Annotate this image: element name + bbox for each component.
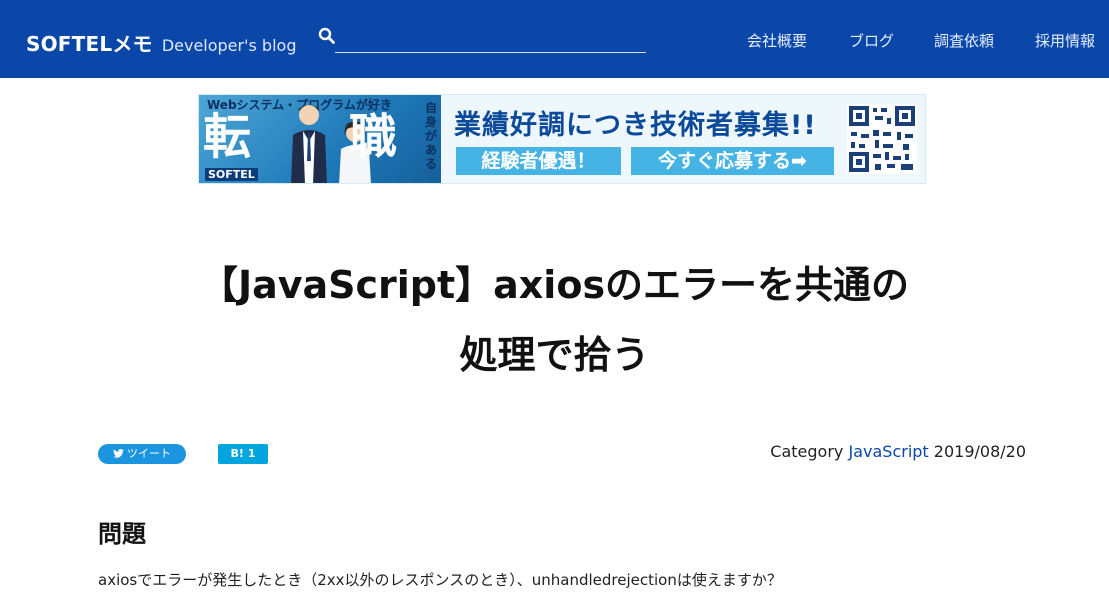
banner-logo: SOFTEL bbox=[205, 168, 258, 181]
category-label: Category bbox=[770, 442, 844, 461]
tweet-button[interactable]: ツイート bbox=[98, 444, 186, 464]
post-date: 2019/08/20 bbox=[933, 442, 1026, 461]
search-icon[interactable] bbox=[318, 27, 336, 45]
article-meta: Category JavaScript 2019/08/20 bbox=[770, 442, 1026, 461]
category-link[interactable]: JavaScript bbox=[848, 442, 928, 461]
site-logo[interactable]: SOFTELメモ Developer's blog bbox=[26, 28, 296, 57]
banner-experienced-button[interactable]: 経験者優遇！ bbox=[456, 147, 621, 175]
body-paragraph: axiosでエラーが発生したとき（2xx以外のレスポンスのとき）、unhandl… bbox=[98, 571, 782, 589]
nav-recruit[interactable]: 採用情報 bbox=[1035, 30, 1095, 51]
title-line-1: 【JavaScript】axiosのエラーを共通の bbox=[199, 263, 910, 307]
banner-image: Webシステム・プログラムが好き 転 職 自身がある SOFTEL bbox=[199, 95, 441, 183]
banner-apply-button[interactable]: 今すぐ応募する➡ bbox=[631, 147, 834, 175]
logo-text[interactable]: SOFTELメモ bbox=[26, 32, 153, 56]
banner-char-shoku: 職 bbox=[349, 109, 398, 165]
logo-tagline: Developer's blog bbox=[161, 36, 297, 55]
section-heading: 問題 bbox=[98, 520, 146, 548]
banner-char-ten: 転 bbox=[203, 109, 252, 165]
tweet-label: ツイート bbox=[127, 447, 171, 460]
nav-company[interactable]: 会社概要 bbox=[747, 30, 807, 51]
banner-headline: 業績好調につき技術者募集!! bbox=[454, 110, 817, 141]
banner-side-text: 自身がある bbox=[425, 101, 438, 171]
man-illustration bbox=[291, 105, 327, 183]
qr-code-icon bbox=[847, 104, 917, 174]
nav-request[interactable]: 調査依頼 bbox=[934, 30, 994, 51]
twitter-bird-icon bbox=[113, 449, 124, 458]
article-title: 【JavaScript】axiosのエラーを共通の 処理で拾う bbox=[0, 250, 1109, 390]
title-line-2: 処理で拾う bbox=[459, 333, 650, 377]
hatena-bookmark-button[interactable]: B! 1 bbox=[218, 444, 268, 464]
search-input[interactable] bbox=[335, 28, 646, 53]
recruit-banner[interactable]: Webシステム・プログラムが好き 転 職 自身がある SOFTEL 業績好調につ… bbox=[198, 94, 926, 184]
site-header: SOFTELメモ Developer's blog 会社概要 ブログ 調査依頼 … bbox=[0, 0, 1109, 78]
nav-blog[interactable]: ブログ bbox=[849, 30, 894, 51]
